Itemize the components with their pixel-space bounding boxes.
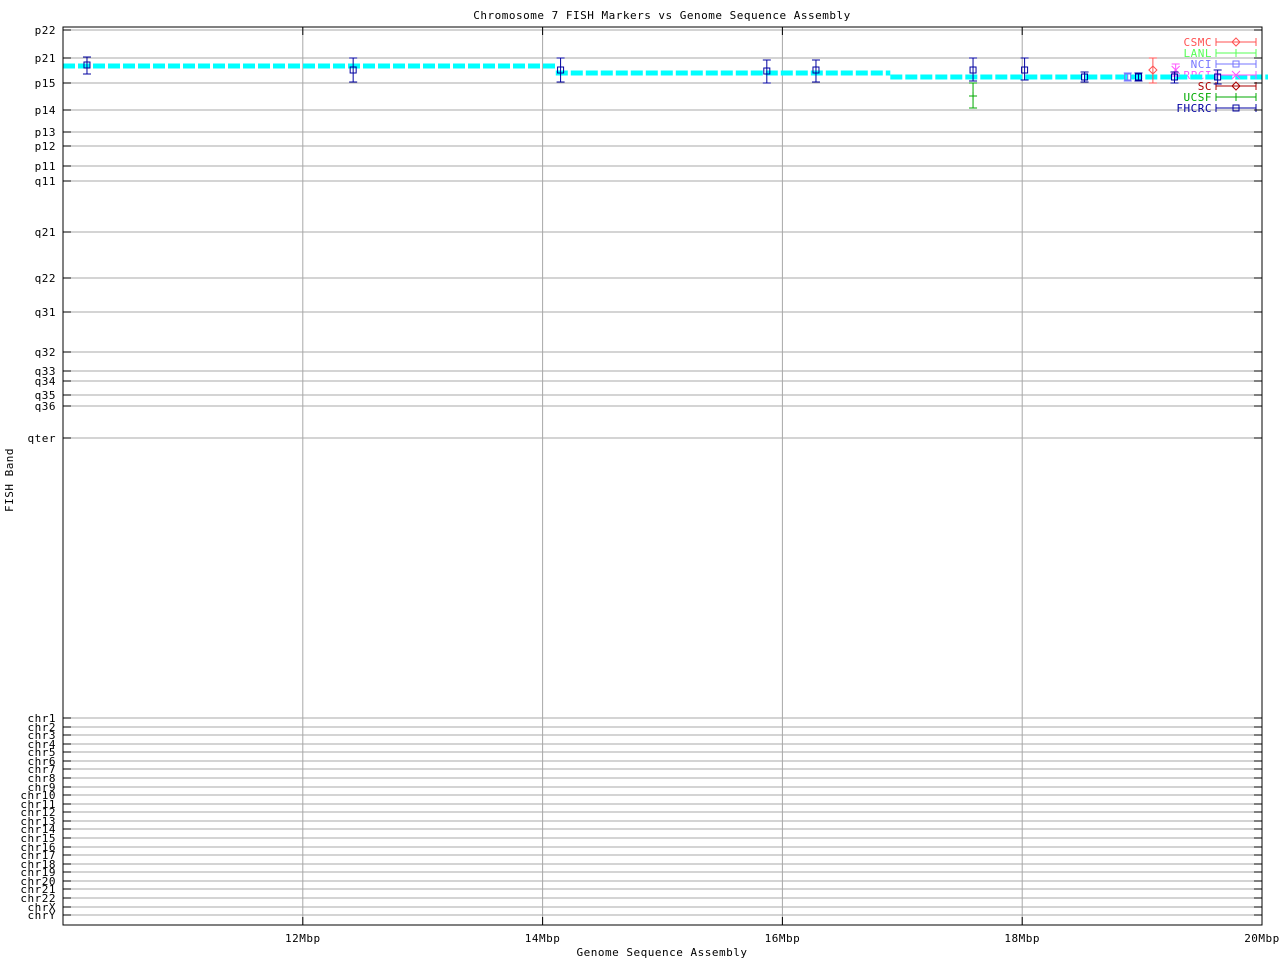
ytick-label-q32: q32 xyxy=(35,346,56,359)
ytick-label-p22: p22 xyxy=(35,24,56,37)
legend-sample-layer xyxy=(1215,37,1257,112)
legend-entry-UCSF xyxy=(1215,93,1257,101)
data-point-FHCRC xyxy=(349,57,358,83)
fish-marker-chart: CSMCLANLNCIRPCISCUCSFFHCRCp22p21p15p14p1… xyxy=(3,9,1279,959)
ytick-label-qter: qter xyxy=(28,432,57,445)
ytick-label-q22: q22 xyxy=(35,272,56,285)
grid-layer xyxy=(63,27,1262,925)
xtick-label-18Mbp: 18Mbp xyxy=(1004,932,1040,945)
plot-border xyxy=(62,26,1263,926)
legend-entry-NCI xyxy=(1215,60,1257,68)
marker-plus xyxy=(1232,93,1240,101)
chart-title: Chromosome 7 FISH Markers vs Genome Sequ… xyxy=(473,9,851,22)
data-point-NCI xyxy=(1123,72,1132,82)
chart-root: CSMCLANLNCIRPCISCUCSFFHCRCp22p21p15p14p1… xyxy=(0,0,1280,960)
ytick-label-q31: q31 xyxy=(35,306,56,319)
marker-plus xyxy=(969,92,978,100)
data-point-FHCRC xyxy=(1134,72,1143,82)
ytick-label-q11: q11 xyxy=(35,175,56,188)
legend-entry-FHCRC xyxy=(1215,104,1257,112)
ytick-label-p21: p21 xyxy=(35,52,56,65)
ytick-label-p13: p13 xyxy=(35,126,56,139)
xtick-label-12Mbp: 12Mbp xyxy=(285,932,321,945)
ytick-label-p14: p14 xyxy=(35,104,56,117)
ytick-label-chrY: chrY xyxy=(28,909,57,922)
tick-layer: p22p21p15p14p13p12p11q11q21q22q31q32q33q… xyxy=(20,24,1279,945)
marker-plus xyxy=(1232,49,1240,57)
legend-entry-CSMC xyxy=(1215,37,1257,47)
ytick-label-q21: q21 xyxy=(35,226,56,239)
data-point-FHCRC xyxy=(1170,71,1179,84)
y-axis-label: FISH Band xyxy=(3,448,16,512)
ytick-label-q34: q34 xyxy=(35,375,56,388)
data-point-FHCRC xyxy=(811,59,820,83)
ytick-label-p12: p12 xyxy=(35,140,56,153)
ytick-label-p15: p15 xyxy=(35,77,56,90)
legend-label-FHCRC: FHCRC xyxy=(1176,102,1212,115)
ytick-label-q36: q36 xyxy=(35,400,56,413)
data-point-FHCRC xyxy=(1213,69,1222,85)
data-point-UCSF xyxy=(969,82,978,109)
data-point-FHCRC xyxy=(82,56,91,75)
xtick-label-16Mbp: 16Mbp xyxy=(765,932,801,945)
xtick-label-20Mbp: 20Mbp xyxy=(1244,932,1280,945)
legend-entry-LANL xyxy=(1215,49,1257,57)
data-point-FHCRC xyxy=(762,59,771,84)
plot-dynamic-layer: CSMCLANLNCIRPCISCUCSFFHCRCp22p21p15p14p1… xyxy=(20,24,1279,945)
data-point-FHCRC xyxy=(1080,71,1089,83)
data-point-FHCRC xyxy=(556,57,565,83)
ytick-label-p11: p11 xyxy=(35,160,56,173)
xtick-label-14Mbp: 14Mbp xyxy=(525,932,561,945)
x-axis-label: Genome Sequence Assembly xyxy=(577,946,748,959)
